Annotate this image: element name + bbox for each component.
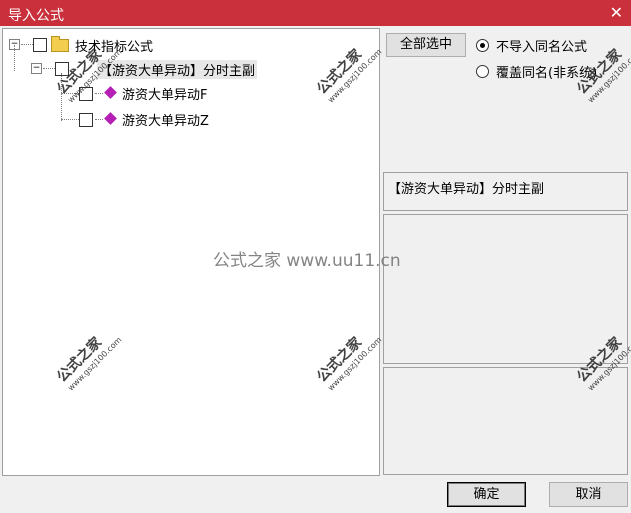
tree-item-label: 游资大单异动Z bbox=[122, 114, 209, 129]
collapse-toggle-icon[interactable]: − bbox=[31, 63, 42, 74]
parameter-pane[interactable] bbox=[383, 367, 628, 475]
selected-formula-name: 【游资大单异动】分时主副 bbox=[388, 182, 545, 197]
select-all-button[interactable]: 全部选中 bbox=[386, 33, 466, 57]
group-checkbox[interactable] bbox=[55, 62, 69, 76]
formula-tree[interactable]: − 技术指标公式 − 【游资大单异动】分时主副 游资大单异动F 游资大单异动Z bbox=[2, 28, 380, 476]
radio-button[interactable] bbox=[476, 65, 489, 78]
tree-item-label: 游资大单异动F bbox=[122, 88, 208, 103]
folder-icon bbox=[51, 36, 69, 52]
tree-group-label: 【游资大单异动】分时主副 bbox=[97, 60, 258, 79]
radio-no-import-label: 不导入同名公式 bbox=[496, 40, 588, 55]
tree-item[interactable]: 游资大单异动Z bbox=[61, 109, 361, 129]
selected-formula-box: 【游资大单异动】分时主副 bbox=[383, 172, 628, 211]
item-checkbox[interactable] bbox=[79, 113, 93, 127]
description-pane[interactable] bbox=[383, 214, 628, 364]
close-icon[interactable]: ✕ bbox=[610, 3, 623, 22]
item-checkbox[interactable] bbox=[79, 87, 93, 101]
radio-no-import[interactable]: 不导入同名公式 bbox=[476, 36, 626, 55]
ok-button[interactable]: 确定 bbox=[447, 482, 526, 507]
footer: 确定 取消 bbox=[0, 476, 631, 513]
radio-button[interactable] bbox=[476, 39, 489, 52]
formula-icon bbox=[104, 86, 117, 99]
title-bar: 导入公式 ✕ bbox=[0, 0, 631, 26]
formula-icon bbox=[104, 112, 117, 125]
radio-overwrite-label: 覆盖同名(非系统) bbox=[496, 66, 598, 81]
window-title: 导入公式 bbox=[8, 8, 64, 24]
tree-group-row[interactable]: − 【游资大单异动】分时主副 bbox=[29, 59, 369, 79]
tree-item[interactable]: 游资大单异动F bbox=[61, 83, 361, 103]
tree-root-row[interactable]: − 技术指标公式 bbox=[7, 35, 367, 55]
cancel-button[interactable]: 取消 bbox=[549, 482, 628, 507]
root-checkbox[interactable] bbox=[33, 38, 47, 52]
radio-overwrite[interactable]: 覆盖同名(非系统) bbox=[476, 62, 626, 81]
tree-root-label: 技术指标公式 bbox=[75, 40, 154, 55]
